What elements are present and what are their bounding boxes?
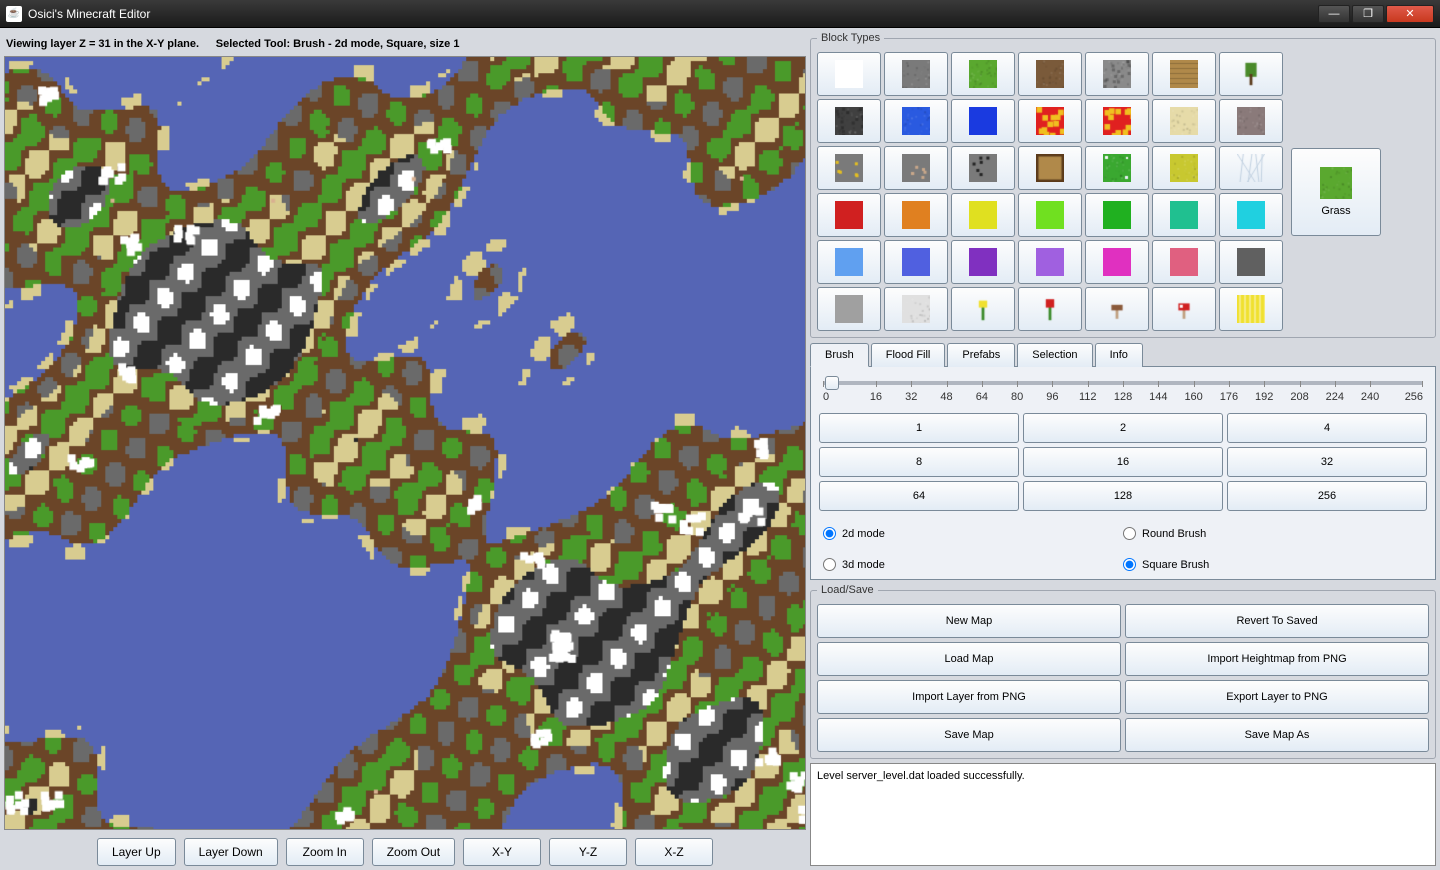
block-air[interactable] [817,52,881,96]
block-wool-purple[interactable] [951,240,1015,284]
layer-up-button[interactable]: Layer Up [97,838,176,866]
block-wool-green[interactable] [1085,193,1149,237]
block-sand[interactable] [1152,99,1216,143]
shape-round-radio[interactable]: Round Brush [1123,527,1423,540]
layer-down-button[interactable]: Layer Down [184,838,278,866]
block-mushroom-red[interactable] [1152,287,1216,331]
tab-prefabs[interactable]: Prefabs [947,343,1015,367]
load-save-panel: Load/Save New MapRevert To SavedLoad Map… [810,584,1436,759]
load-map-button[interactable]: Load Map [817,642,1121,676]
block-stone[interactable] [884,52,948,96]
block-log[interactable] [1018,146,1082,190]
block-types-legend: Block Types [817,32,884,44]
block-mushroom-brown[interactable] [1085,287,1149,331]
status-bar: Viewing layer Z = 31 in the X-Y plane. S… [4,32,806,56]
mode-3d-radio[interactable]: 3d mode [823,558,1123,571]
export-layer-to-png-button[interactable]: Export Layer to PNG [1125,680,1429,714]
brush-size-4[interactable]: 4 [1227,413,1427,443]
tab-flood-fill[interactable]: Flood Fill [871,343,946,367]
block-dirt[interactable] [1018,52,1082,96]
tool-status: Selected Tool: Brush - 2d mode, Square, … [216,38,460,50]
block-water-still[interactable] [951,99,1015,143]
revert-to-saved-button[interactable]: Revert To Saved [1125,604,1429,638]
zoom-out-button[interactable]: Zoom Out [372,838,455,866]
mode-2d-radio[interactable]: 2d mode [823,527,1123,540]
block-wool-teal[interactable] [1152,193,1216,237]
brush-tab-body: 0163248648096112128144160176192208224240… [810,367,1436,580]
map-viewport[interactable] [4,56,806,830]
import-layer-from-png-button[interactable]: Import Layer from PNG [817,680,1121,714]
block-lava-still[interactable] [1085,99,1149,143]
block-wool-yellow[interactable] [951,193,1015,237]
tab-selection[interactable]: Selection [1017,343,1092,367]
selected-block-label: Grass [1321,205,1350,217]
minimize-button[interactable]: — [1318,5,1350,23]
java-icon: ☕ [6,6,22,22]
block-wool-lightpurple[interactable] [1018,240,1082,284]
block-glass[interactable] [1219,146,1283,190]
block-planks[interactable] [1152,52,1216,96]
brush-size-8[interactable]: 8 [819,447,1019,477]
block-gold-ore[interactable] [817,146,881,190]
block-wool-cyan[interactable] [1219,193,1283,237]
brush-size-32[interactable]: 32 [1227,447,1427,477]
block-cobblestone[interactable] [1085,52,1149,96]
block-sponge[interactable] [1152,146,1216,190]
block-wool-lime[interactable] [1018,193,1082,237]
block-wool-lightgray[interactable] [817,287,881,331]
block-flower-red[interactable] [1018,287,1082,331]
block-coal-ore[interactable] [951,146,1015,190]
block-gravel[interactable] [1219,99,1283,143]
block-water[interactable] [884,99,948,143]
block-wool-pink[interactable] [1152,240,1216,284]
titlebar: ☕ Osici's Minecraft Editor — ❐ ✕ [0,0,1440,28]
brush-size-16[interactable]: 16 [1023,447,1223,477]
shape-square-radio[interactable]: Square Brush [1123,558,1423,571]
block-lava[interactable] [1018,99,1082,143]
window-title: Osici's Minecraft Editor [28,7,1318,21]
brush-size-256[interactable]: 256 [1227,481,1427,511]
save-map-button[interactable]: Save Map [817,718,1121,752]
brush-size-1[interactable]: 1 [819,413,1019,443]
brush-size-slider[interactable]: 0163248648096112128144160176192208224240… [819,381,1427,403]
maximize-button[interactable]: ❐ [1352,5,1384,23]
block-types-panel: Block Types Grass [810,32,1436,338]
block-wool-orange[interactable] [884,193,948,237]
brush-size-128[interactable]: 128 [1023,481,1223,511]
load-save-legend: Load/Save [817,584,878,596]
block-wool-white[interactable] [884,287,948,331]
block-wool-red[interactable] [817,193,881,237]
block-wool-blue[interactable] [884,240,948,284]
tab-brush[interactable]: Brush [810,343,869,367]
block-wool-magenta[interactable] [1085,240,1149,284]
block-sapling[interactable] [1219,52,1283,96]
tab-info[interactable]: Info [1095,343,1143,367]
close-button[interactable]: ✕ [1386,5,1434,23]
new-map-button[interactable]: New Map [817,604,1121,638]
x-z-button[interactable]: X-Z [635,838,713,866]
x-y-button[interactable]: X-Y [463,838,541,866]
block-wool-gray[interactable] [1219,240,1283,284]
zoom-in-button[interactable]: Zoom In [286,838,364,866]
block-gold-block[interactable] [1219,287,1283,331]
block-iron-ore[interactable] [884,146,948,190]
block-grass[interactable] [951,52,1015,96]
block-flower-yellow[interactable] [951,287,1015,331]
save-map-as-button[interactable]: Save Map As [1125,718,1429,752]
block-bedrock[interactable] [817,99,881,143]
import-heightmap-from-png-button[interactable]: Import Heightmap from PNG [1125,642,1429,676]
y-z-button[interactable]: Y-Z [549,838,627,866]
block-wool-lightblue[interactable] [817,240,881,284]
log-output: Level server_level.dat loaded successful… [810,763,1436,866]
brush-size-2[interactable]: 2 [1023,413,1223,443]
brush-size-64[interactable]: 64 [819,481,1019,511]
selected-block-preview: Grass [1291,148,1381,236]
layer-status: Viewing layer Z = 31 in the X-Y plane. [6,38,199,50]
block-leaves[interactable] [1085,146,1149,190]
